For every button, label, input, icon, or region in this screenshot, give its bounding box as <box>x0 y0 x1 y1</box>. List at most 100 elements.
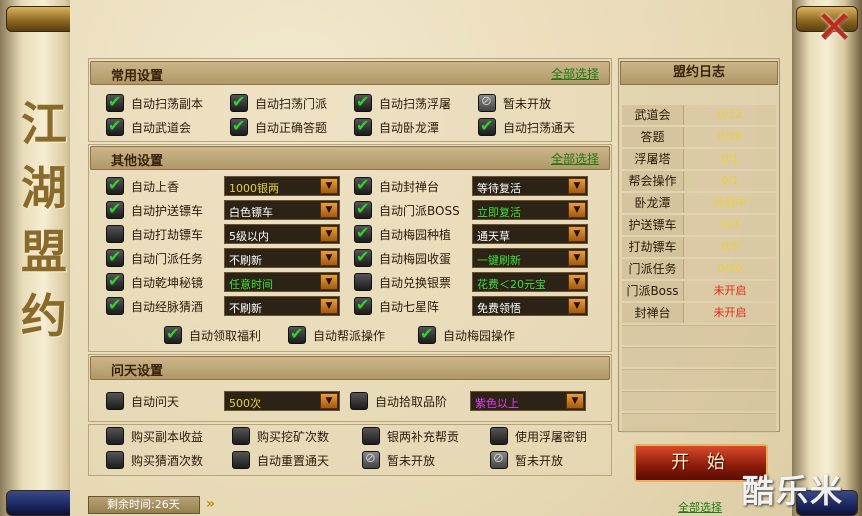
dropdown-arrow-icon[interactable]: ▼ <box>568 250 586 266</box>
checked-checkbox-icon[interactable] <box>106 116 124 136</box>
checked-checkbox-icon[interactable] <box>354 295 372 315</box>
other-dropdown-right-1[interactable]: 立即复活 ▼ <box>472 200 588 220</box>
dropdown-arrow-icon[interactable]: ▼ <box>320 226 338 242</box>
dropdown-arrow-icon[interactable]: ▼ <box>320 274 338 290</box>
other-setting-right-3[interactable]: 自动梅园收蛋 <box>354 247 451 268</box>
other-setting-left-5[interactable]: 自动经脉猜酒 <box>106 295 203 316</box>
checked-checkbox-icon[interactable] <box>288 324 306 344</box>
other-dropdown-right-0[interactable]: 等待复活 ▼ <box>472 176 588 196</box>
other-setting-right-4[interactable]: 自动兑换银票 <box>354 272 451 292</box>
common-setting-3[interactable]: 暂未开放 <box>478 93 551 113</box>
other-setting-right-0[interactable]: 自动封禅台 <box>354 175 439 196</box>
other-dropdown-right-2[interactable]: 通天草 ▼ <box>472 224 588 244</box>
purchase-option-7[interactable]: 暂未开放 <box>490 450 563 470</box>
checkbox-icon[interactable] <box>354 273 372 291</box>
checkbox-icon[interactable] <box>106 392 124 410</box>
other-dropdown-left-5[interactable]: 不刷新 ▼ <box>224 296 340 316</box>
checked-checkbox-icon[interactable] <box>106 295 124 315</box>
dropdown-arrow-icon[interactable]: ▼ <box>568 226 586 242</box>
checked-checkbox-icon[interactable] <box>106 92 124 112</box>
other-setting-right-5[interactable]: 自动七星阵 <box>354 295 439 316</box>
common-setting-5[interactable]: 自动正确答题 <box>230 116 327 137</box>
other-setting-left-2[interactable]: 自动打劫镖车 <box>106 224 203 244</box>
other-setting-left-1[interactable]: 自动护送镖车 <box>106 199 203 220</box>
checkbox-icon[interactable] <box>232 451 250 469</box>
purchase-option-5[interactable]: 自动重置通天 <box>232 450 329 470</box>
purchase-option-0[interactable]: 购买副本收益 <box>106 426 203 446</box>
checked-checkbox-icon[interactable] <box>354 223 372 243</box>
purchase-option-2[interactable]: 银两补充帮贡 <box>362 426 459 446</box>
wentian-setting-right[interactable]: 自动拾取品阶 <box>350 391 447 411</box>
other-dropdown-left-4[interactable]: 任意时间 ▼ <box>224 272 340 292</box>
other-dropdown-left-2[interactable]: 5级以内 ▼ <box>224 224 340 244</box>
common-setting-2[interactable]: 自动扫荡浮屠 <box>354 92 451 113</box>
dropdown-arrow-icon[interactable]: ▼ <box>568 274 586 290</box>
other-select-all-link[interactable]: 全部选择 <box>551 150 599 167</box>
dropdown-arrow-icon[interactable]: ▼ <box>320 298 338 314</box>
checkbox-icon[interactable] <box>350 392 368 410</box>
dropdown-arrow-icon[interactable]: ▼ <box>320 178 338 194</box>
disabled-checkbox-icon[interactable] <box>490 451 508 469</box>
checked-checkbox-icon[interactable] <box>106 271 124 291</box>
checked-checkbox-icon[interactable] <box>354 92 372 112</box>
common-setting-7[interactable]: 自动扫荡通天 <box>478 116 575 137</box>
close-icon[interactable]: ✕ <box>810 6 858 52</box>
other-dropdown-left-0[interactable]: 1000银两 ▼ <box>224 176 340 196</box>
extra-setting-2[interactable]: 自动梅园操作 <box>418 324 515 345</box>
checked-checkbox-icon[interactable] <box>354 247 372 267</box>
other-dropdown-right-4[interactable]: 花费＜20元宝 ▼ <box>472 272 588 292</box>
purchase-option-4[interactable]: 购买猜酒次数 <box>106 450 203 470</box>
common-setting-4[interactable]: 自动武道会 <box>106 116 191 137</box>
checked-checkbox-icon[interactable] <box>106 175 124 195</box>
extra-setting-0[interactable]: 自动领取福利 <box>164 324 261 345</box>
checked-checkbox-icon[interactable] <box>230 92 248 112</box>
dropdown-arrow-icon[interactable]: ▼ <box>568 298 586 314</box>
checkbox-icon[interactable] <box>362 427 380 445</box>
disabled-checkbox-icon[interactable] <box>478 94 496 112</box>
wentian-dropdown-right[interactable]: 紫色以上 ▼ <box>470 391 586 411</box>
purchase-option-3[interactable]: 使用浮屠密钥 <box>490 426 587 446</box>
dropdown-arrow-icon[interactable]: ▼ <box>566 393 584 409</box>
checkbox-icon[interactable] <box>490 427 508 445</box>
checked-checkbox-icon[interactable] <box>418 324 436 344</box>
dropdown-arrow-icon[interactable]: ▼ <box>320 250 338 266</box>
dropdown-arrow-icon[interactable]: ▼ <box>320 393 338 409</box>
other-dropdown-right-5[interactable]: 免费领悟 ▼ <box>472 296 588 316</box>
extra-setting-1[interactable]: 自动帮派操作 <box>288 324 385 345</box>
checked-checkbox-icon[interactable] <box>230 116 248 136</box>
other-setting-left-0[interactable]: 自动上香 <box>106 175 179 196</box>
common-setting-1[interactable]: 自动扫荡门派 <box>230 92 327 113</box>
other-dropdown-right-3[interactable]: 一键刷新 ▼ <box>472 248 588 268</box>
other-setting-right-2[interactable]: 自动梅园种植 <box>354 223 451 244</box>
checked-checkbox-icon[interactable] <box>354 116 372 136</box>
checked-checkbox-icon[interactable] <box>106 199 124 219</box>
dropdown-arrow-icon[interactable]: ▼ <box>320 202 338 218</box>
other-setting-left-4[interactable]: 自动乾坤秘镜 <box>106 271 203 292</box>
checkbox-icon[interactable] <box>232 427 250 445</box>
other-setting-right-1[interactable]: 自动门派BOSS <box>354 199 460 220</box>
purchase-option-1[interactable]: 购买挖矿次数 <box>232 426 329 446</box>
wentian-setting-left[interactable]: 自动问天 <box>106 391 179 411</box>
disabled-checkbox-icon[interactable] <box>362 451 380 469</box>
other-setting-left-3[interactable]: 自动门派任务 <box>106 247 203 268</box>
other-dropdown-left-3[interactable]: 不刷新 ▼ <box>224 248 340 268</box>
checkbox-icon[interactable] <box>106 427 124 445</box>
dropdown-arrow-icon[interactable]: ▼ <box>568 202 586 218</box>
checked-checkbox-icon[interactable] <box>164 324 182 344</box>
common-setting-6[interactable]: 自动卧龙潭 <box>354 116 439 137</box>
checked-checkbox-icon[interactable] <box>106 247 124 267</box>
double-chevron-right-icon[interactable]: » <box>206 496 215 512</box>
journal-row-value: 未开启 <box>684 281 776 301</box>
wentian-dropdown-left[interactable]: 500次 ▼ <box>224 391 340 411</box>
checked-checkbox-icon[interactable] <box>478 116 496 136</box>
checked-checkbox-icon[interactable] <box>354 175 372 195</box>
purchase-option-6[interactable]: 暂未开放 <box>362 450 435 470</box>
checked-checkbox-icon[interactable] <box>354 199 372 219</box>
dropdown-arrow-icon[interactable]: ▼ <box>568 178 586 194</box>
bottom-select-all-link[interactable]: 全部选择 <box>678 499 722 515</box>
common-setting-0[interactable]: 自动扫荡副本 <box>106 92 203 113</box>
other-dropdown-left-1[interactable]: 白色镖车 ▼ <box>224 200 340 220</box>
checkbox-icon[interactable] <box>106 225 124 243</box>
checkbox-icon[interactable] <box>106 451 124 469</box>
common-select-all-link[interactable]: 全部选择 <box>551 65 599 82</box>
